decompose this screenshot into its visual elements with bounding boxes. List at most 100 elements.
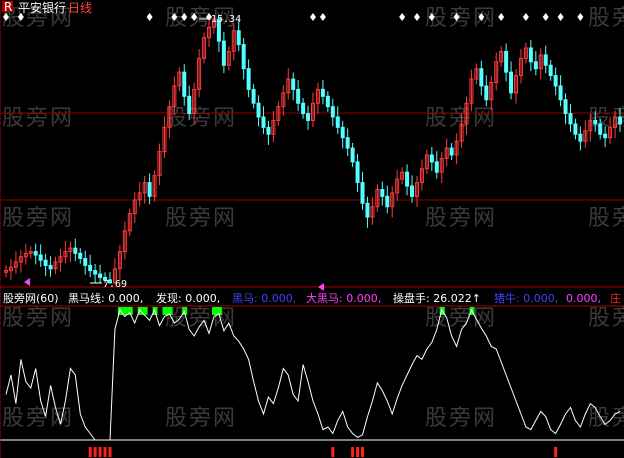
candle-body	[345, 137, 350, 149]
candle-body	[573, 123, 578, 135]
legend-item-8: 庄	[610, 291, 621, 305]
candle-body	[33, 251, 38, 256]
watermark-12: 股旁网	[588, 206, 624, 231]
candle-body	[479, 68, 484, 87]
candle-body	[434, 161, 439, 173]
candle-body	[325, 95, 330, 108]
candle-body	[236, 30, 241, 46]
watermark-5: 股旁网	[2, 106, 74, 131]
candle-body	[528, 47, 533, 63]
red-signal-bar	[554, 447, 558, 457]
legend-prefix: 股旁网(60)	[3, 291, 59, 305]
candle-body	[251, 88, 256, 104]
candle-body	[533, 61, 538, 70]
red-signal-bar	[103, 447, 107, 457]
legend-item-7: 0.000,	[566, 292, 601, 305]
candle-body	[558, 85, 563, 101]
indicator-legend: 股旁网(60) 黑马线: 0.000, 发现: 0.000, 黑马: 0.000…	[3, 291, 621, 305]
candle-body	[187, 95, 192, 115]
candle-body	[385, 195, 390, 208]
candle-body	[335, 116, 340, 128]
candle-body	[563, 99, 568, 115]
header-flag: R	[4, 0, 12, 14]
red-signal-bar	[361, 447, 365, 457]
candle-body	[330, 106, 335, 118]
candle-body	[360, 182, 365, 204]
watermark-13: 股旁网	[2, 306, 74, 331]
red-signal-bar	[356, 447, 360, 457]
watermark-4: 股旁网	[588, 6, 624, 31]
watermark-11: 股旁网	[425, 206, 497, 231]
candle-body	[598, 123, 603, 135]
watermark-9: 股旁网	[2, 206, 74, 231]
candle-body	[340, 126, 345, 139]
green-signal-bar	[211, 307, 217, 315]
candle-body	[449, 147, 454, 156]
candle-body	[78, 252, 83, 259]
green-signal-bar	[122, 307, 128, 315]
high-label: 15.34	[211, 14, 241, 25]
watermark-18: 股旁网	[165, 406, 237, 431]
candle-body	[350, 147, 355, 163]
candle-body	[543, 54, 548, 66]
candle-body	[410, 185, 415, 197]
candle-body	[38, 254, 43, 261]
legend-item-3: 黑马: 0.000,	[232, 292, 296, 305]
legend-item-2: 发现: 0.000,	[156, 291, 220, 305]
candle-body	[147, 182, 152, 197]
stock-chart[interactable]: 股旁网 股旁网 股旁网 股旁网 股旁网 股旁网 股旁网 股旁网 股旁网 股旁网 …	[0, 0, 624, 458]
candle-body	[291, 78, 296, 90]
watermark-19: 股旁网	[425, 406, 497, 431]
candle-body	[301, 102, 306, 115]
candle-body	[429, 154, 434, 163]
candle-body	[504, 50, 509, 73]
candle-body	[306, 113, 311, 121]
candle-body	[593, 119, 598, 125]
candle-body	[618, 116, 622, 125]
candle-body	[380, 188, 385, 197]
watermark-16: 股旁网	[588, 306, 624, 331]
stock-name: 平安银行	[18, 0, 66, 15]
candle-body	[93, 270, 98, 275]
watermark-6: 股旁网	[165, 106, 237, 131]
red-signal-bar	[108, 447, 112, 457]
legend-item-1: 黑马线: 0.000,	[68, 291, 143, 305]
candle-body	[553, 75, 558, 87]
candle-body	[43, 259, 48, 266]
candle-body	[568, 113, 573, 125]
watermark-20: 股旁网	[588, 406, 624, 431]
candle-body	[246, 68, 251, 90]
green-signal-bar	[216, 307, 222, 315]
candle-body	[221, 40, 226, 66]
candle-body	[603, 133, 608, 139]
candle-body	[98, 273, 103, 278]
candle-body	[261, 116, 266, 128]
candle-body	[405, 171, 410, 187]
watermark-10: 股旁网	[165, 206, 237, 231]
period-label: 日线	[68, 1, 92, 15]
candle-body	[266, 126, 271, 135]
candle-body	[182, 71, 187, 97]
red-signal-bar	[98, 447, 102, 457]
red-signal-bar	[93, 447, 97, 457]
low-label: 7.69	[103, 279, 127, 290]
candle-body	[48, 264, 53, 270]
candle-body	[355, 161, 360, 184]
legend-item-4: 大黑马: 0.000,	[306, 291, 381, 305]
candle-body	[296, 88, 301, 104]
candle-body	[88, 264, 93, 272]
watermark-15: 股旁网	[425, 306, 497, 331]
candle-body	[256, 102, 261, 118]
watermark-7: 股旁网	[425, 106, 497, 131]
red-signal-bar	[331, 447, 335, 457]
candle-body	[509, 71, 514, 94]
candle-body	[73, 247, 78, 254]
green-signal-bar	[162, 307, 168, 315]
candle-body	[320, 88, 325, 97]
candle-body	[578, 133, 583, 142]
candle-body	[241, 44, 246, 70]
watermark-3: 股旁网	[425, 6, 497, 31]
red-signal-bar	[88, 447, 92, 457]
candle-body	[548, 64, 553, 77]
candle-body	[365, 202, 370, 218]
